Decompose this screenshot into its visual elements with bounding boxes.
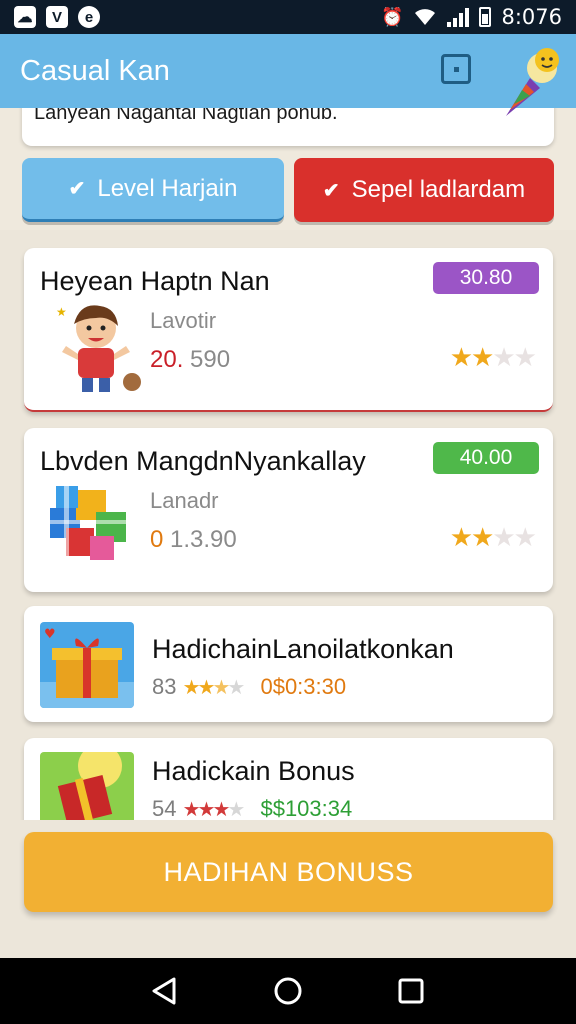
system-nav-bar bbox=[0, 958, 576, 1024]
gift-boxes-icon bbox=[50, 486, 126, 560]
offer-card[interactable]: ♥ HadichainLanoilatkonkan 83 ★★★★ 0$0:3:… bbox=[24, 606, 553, 722]
status-bar: ☁ V e ⏰ 8:076 bbox=[0, 0, 576, 34]
offer-title: HadichainLanoilatkonkan bbox=[152, 634, 454, 664]
status-time: 8:076 bbox=[501, 5, 562, 29]
e-app-icon: e bbox=[78, 6, 100, 28]
recents-icon[interactable] bbox=[396, 976, 426, 1006]
offer-meta: 83 ★★★★ 0$0:3:30 bbox=[152, 674, 347, 699]
cloud-app-icon: ☁ bbox=[14, 6, 36, 28]
price-badge: 30.80 bbox=[433, 262, 539, 294]
gift-box-icon: ♥ bbox=[40, 622, 134, 708]
home-icon[interactable] bbox=[273, 976, 303, 1006]
v-app-icon: V bbox=[46, 6, 68, 28]
square-menu-button[interactable] bbox=[441, 54, 471, 84]
offer-price: 20. 590 bbox=[150, 346, 231, 373]
offer-title: Hadickain Bonus bbox=[152, 756, 355, 786]
offer-meta: 54 ★★★★ $$103:34 bbox=[152, 796, 353, 821]
app-title: Casual Kan bbox=[20, 54, 170, 87]
filter-level-button[interactable]: ✔ Level Harjain bbox=[22, 158, 284, 222]
offer-title: Lbvden MangdnNyankallay bbox=[40, 446, 366, 476]
battery-icon bbox=[479, 7, 492, 27]
back-icon[interactable] bbox=[150, 976, 180, 1006]
svg-text:★: ★ bbox=[56, 305, 67, 319]
app-bar: Casual Kan bbox=[0, 34, 576, 116]
offer-subtitle: Lanadr bbox=[150, 488, 219, 513]
filter-level-label: Level Harjain bbox=[97, 174, 238, 202]
mascot-balloon-icon[interactable] bbox=[500, 44, 564, 118]
wifi-icon bbox=[415, 9, 436, 25]
price-badge: 40.00 bbox=[433, 442, 539, 474]
bonus-button[interactable]: HADIHAN BONUSS bbox=[24, 832, 553, 912]
alarm-icon: ⏰ bbox=[381, 7, 404, 27]
offer-card[interactable]: Lbvden MangdnNyankallay 40.00 Lanadr 0 1… bbox=[24, 428, 553, 592]
svg-text:♥: ♥ bbox=[44, 627, 56, 642]
offer-card[interactable]: Heyean Haptn Nan 30.80 ★ Lavotir 20. 590… bbox=[24, 248, 553, 412]
filter-special-label: Sepel ladlardam bbox=[351, 176, 526, 203]
rating-stars: ★★★★ bbox=[449, 342, 537, 372]
offer-title: Heyean Haptn Nan bbox=[40, 266, 270, 296]
check-icon: ✔ bbox=[68, 178, 86, 200]
rating-stars: ★★★★ bbox=[449, 522, 537, 552]
filter-special-button[interactable]: ✔ Sepel ladlardam bbox=[294, 158, 554, 222]
signal-icon bbox=[447, 7, 470, 27]
check-icon: ✔ bbox=[322, 179, 340, 202]
offer-price: 0 1.3.90 bbox=[150, 526, 237, 553]
offer-subtitle: Lavotir bbox=[150, 308, 217, 333]
boy-character-icon: ★ bbox=[56, 305, 141, 392]
